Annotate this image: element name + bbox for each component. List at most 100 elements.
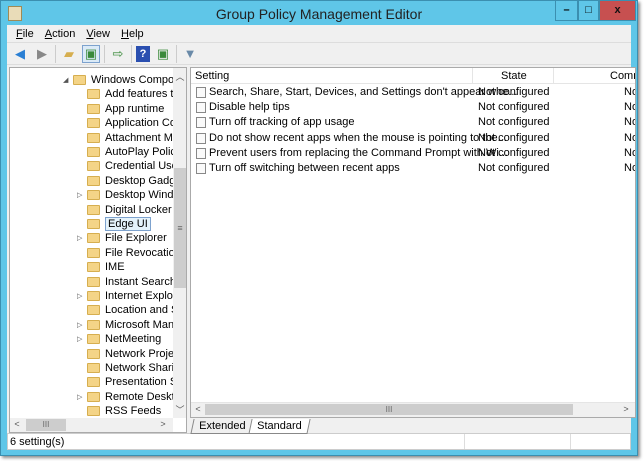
tab-extended[interactable]: Extended (190, 419, 255, 434)
scroll-thumb[interactable]: III (26, 419, 66, 431)
setting-comment: No (624, 146, 635, 159)
tree-item[interactable]: RSS Feeds (77, 404, 161, 418)
tree-item[interactable]: Network Sharing (77, 361, 173, 375)
tree-item[interactable]: Attachment Manager (77, 131, 173, 145)
column-divider[interactable] (553, 68, 554, 84)
expand-arrow-icon[interactable]: ▷ (77, 321, 87, 329)
table-row[interactable]: Prevent users from replacing the Command… (191, 146, 635, 161)
back-icon[interactable]: ◀ (11, 45, 29, 63)
expand-arrow-icon[interactable]: ▷ (77, 191, 87, 199)
tree-item[interactable]: Location and Sensors (77, 303, 173, 317)
tree-item-label: Network Sharing (105, 362, 173, 374)
menu-item-help[interactable]: Help (116, 25, 150, 42)
maximize-button[interactable]: □ (578, 1, 599, 21)
show-action-pane-icon[interactable]: ▣ (154, 45, 172, 63)
menu-item-action[interactable]: Action (40, 25, 82, 42)
tree-item[interactable]: ▷ Remote Desktop Services (77, 390, 173, 404)
tree-item[interactable]: ▷ Microsoft Management Console (77, 318, 173, 332)
folder-icon (87, 305, 100, 316)
menu-label: elp (128, 28, 144, 40)
tree-item[interactable]: ▷ NetMeeting (77, 332, 161, 346)
tree-item-label: Location and Sensors (105, 304, 173, 317)
help-icon[interactable]: ? (136, 45, 150, 62)
expand-arrow-icon[interactable]: ◢ (63, 76, 73, 84)
tree-item-label: Network Projector (105, 347, 173, 360)
tree-item-windows-components[interactable]: ◢ Windows Components (63, 73, 173, 87)
scroll-down-arrow[interactable]: ﹀ (173, 403, 186, 416)
tab-standard[interactable]: Standard (248, 419, 311, 434)
scroll-thumb[interactable]: III (205, 404, 573, 415)
column-header-setting[interactable]: Setting (195, 70, 229, 82)
scroll-right-arrow[interactable]: > (621, 404, 631, 414)
column-header-state[interactable]: State (501, 70, 527, 82)
menu-item-view[interactable]: View (81, 25, 116, 42)
status-divider (570, 434, 571, 449)
table-row[interactable]: Disable help tips Not configured No (191, 100, 635, 115)
menu-bar: File Action View Help (7, 25, 631, 43)
tree-item-label: App runtime (105, 102, 165, 115)
folder-icon (87, 103, 100, 114)
policy-setting-icon (196, 132, 206, 144)
table-row[interactable]: Search, Share, Start, Devices, and Setti… (191, 85, 635, 100)
tree-item[interactable]: Digital Locker (77, 203, 172, 217)
tree-item[interactable]: File Revocation (77, 246, 173, 260)
expand-arrow-icon[interactable]: ▷ (77, 234, 87, 242)
tree-item[interactable]: Edge UI (77, 217, 151, 231)
tree-pane: ◢ Windows Components Add features to Windo… (9, 67, 187, 433)
filter-icon[interactable]: ▼ (181, 45, 199, 63)
table-row[interactable]: Turn off switching between recent apps No… (191, 161, 635, 176)
tab-label: Standard (257, 420, 303, 432)
folder-icon (87, 276, 100, 287)
tree-item-label: Presentation Settings (105, 376, 173, 389)
setting-state: Not configured (478, 116, 550, 129)
menu-label: ile (22, 28, 34, 40)
tree-item[interactable]: ▷ Desktop Window Manager (77, 188, 173, 202)
tree-item[interactable]: Desktop Gadgets (77, 174, 173, 188)
tree-item[interactable]: IME (77, 260, 125, 274)
show-hide-tree-icon[interactable]: ▣ (82, 44, 100, 63)
table-row[interactable]: Turn off tracking of app usage Not config… (191, 115, 635, 130)
table-row[interactable]: Do not show recent apps when the mouse i… (191, 131, 635, 146)
tree-vertical-scrollbar[interactable]: ︿ ≡ ﹀ (173, 68, 186, 418)
tree-item[interactable]: Presentation Settings (77, 375, 173, 389)
export-list-icon[interactable]: ⇨ (109, 45, 127, 63)
settings-pane: Setting State Comment Search, Share, Sta… (190, 67, 636, 418)
column-header-comment[interactable]: Comment (610, 70, 635, 82)
table-horizontal-scrollbar[interactable]: < III > (191, 402, 635, 417)
scroll-left-arrow[interactable]: < (193, 404, 203, 414)
scroll-thumb[interactable]: ≡ (174, 168, 186, 288)
tree-item[interactable]: Add features to Windows (77, 87, 173, 101)
folder-icon (87, 147, 100, 157)
status-divider (464, 434, 465, 449)
toolbar-separator (104, 44, 105, 63)
tree-item[interactable]: App runtime (77, 102, 164, 116)
tree-item[interactable]: ▷ Internet Explorer (77, 289, 173, 303)
tree-item[interactable]: Instant Search (77, 275, 173, 289)
tree-item[interactable]: AutoPlay Policies (77, 145, 173, 159)
tree-horizontal-scrollbar[interactable]: < III > (10, 418, 173, 432)
tree-item[interactable]: Network Projector (77, 347, 173, 361)
expand-arrow-icon[interactable]: ▷ (77, 335, 87, 343)
client-area: File Action View Help ◀ ▶ ▰ ▣ ⇨ ? ▣ ▼ ◢ Wind… (7, 25, 636, 450)
tree-item[interactable]: ▷ File Explorer (77, 231, 167, 245)
tree-item[interactable]: Credential User Interface (77, 159, 173, 173)
window: Group Policy Management Editor – □ x Fil… (0, 0, 638, 456)
minimize-button[interactable]: – (555, 1, 578, 21)
close-button[interactable]: x (599, 1, 636, 21)
tree-item-label: Microsoft Management Console (105, 318, 173, 331)
setting-comment: No (624, 162, 635, 174)
setting-comment: No (624, 86, 635, 98)
expand-arrow-icon[interactable]: ▷ (77, 393, 87, 401)
column-divider[interactable] (472, 68, 473, 84)
expand-arrow-icon[interactable]: ▷ (77, 292, 87, 300)
scroll-right-arrow[interactable]: > (158, 419, 168, 429)
up-folder-icon[interactable]: ▰ (60, 45, 78, 63)
menu-item-file[interactable]: File (11, 25, 40, 42)
tree-item[interactable]: Application Compatibility (77, 116, 173, 130)
policy-setting-icon (196, 163, 206, 174)
folder-icon (87, 89, 100, 100)
forward-icon[interactable]: ▶ (33, 45, 51, 63)
scroll-up-arrow[interactable]: ︿ (173, 70, 186, 83)
policy-setting-icon (196, 117, 206, 129)
scroll-left-arrow[interactable]: < (12, 419, 22, 429)
